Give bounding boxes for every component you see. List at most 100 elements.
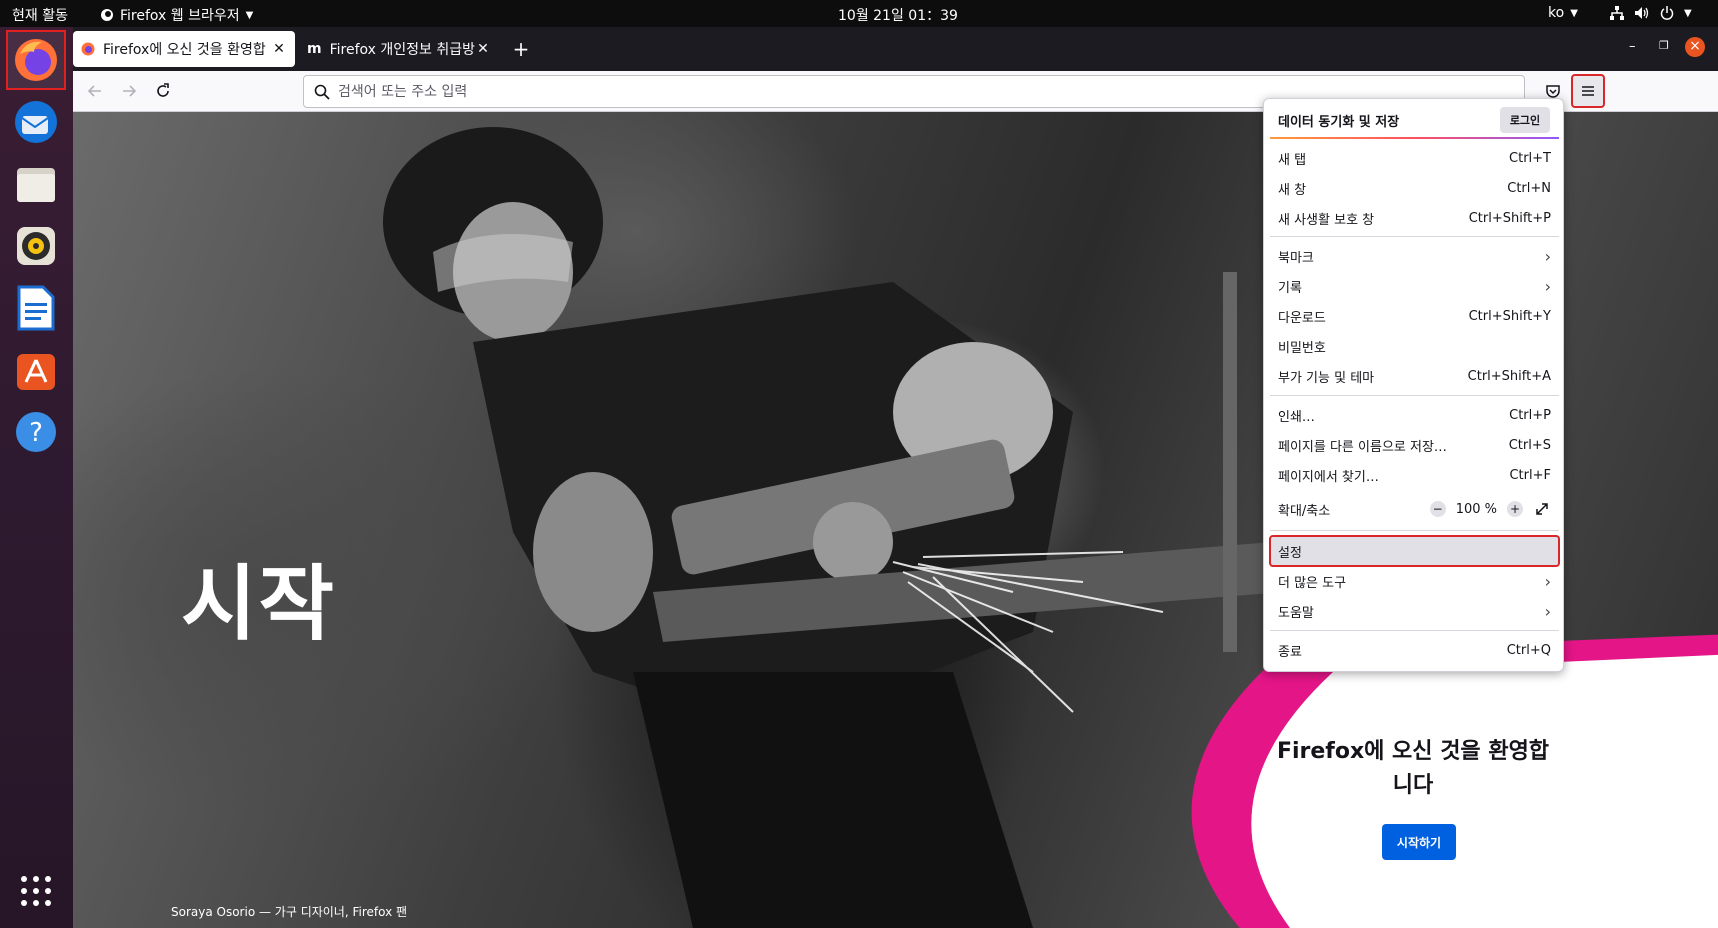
menu-item-shortcut: Ctrl+F: [1509, 467, 1551, 483]
help-icon: ?: [16, 412, 56, 452]
forward-arrow-icon: [123, 85, 137, 97]
mozilla-favicon-icon: m: [307, 41, 322, 57]
sign-in-button[interactable]: 로그인: [1500, 107, 1550, 133]
caret-down-icon: ▼: [1684, 7, 1692, 19]
chevron-right-icon: ›: [1544, 601, 1551, 621]
menu-print[interactable]: 인쇄… Ctrl+P: [1270, 400, 1559, 430]
photo-credit: Soraya Osorio — 가구 디자이너, Firefox 팬: [171, 905, 408, 919]
menu-separator: [1270, 530, 1559, 531]
rhythmbox-icon: [17, 227, 55, 265]
menu-more-tools[interactable]: 더 많은 도구 ›: [1270, 566, 1559, 596]
zoom-level[interactable]: 100 %: [1456, 502, 1497, 517]
menu-passwords[interactable]: 비밀번호: [1270, 331, 1559, 361]
menu-settings[interactable]: 설정: [1269, 535, 1560, 567]
firefox-icon: [15, 39, 57, 81]
menu-item-label: 새 사생활 보호 창: [1278, 212, 1375, 228]
menu-item-label: 새 창: [1278, 182, 1307, 198]
reload-icon: [157, 83, 169, 97]
caret-down-icon: ▼: [245, 9, 254, 21]
menu-downloads[interactable]: 다운로드 Ctrl+Shift+Y: [1270, 301, 1559, 331]
dock-writer[interactable]: [6, 278, 66, 338]
dock-help[interactable]: ?: [6, 402, 66, 462]
top-bar: 현재 활동 Firefox 웹 브라우저 ▼ 10월 21일 01：39 ko …: [0, 0, 1718, 27]
fullscreen-button[interactable]: [1533, 500, 1551, 518]
chevron-right-icon: ›: [1544, 571, 1551, 591]
zoom-in-button[interactable]: +: [1507, 501, 1523, 517]
app-menu[interactable]: Firefox 웹 브라우저 ▼: [100, 5, 253, 25]
input-source-menu[interactable]: ko ▼: [1548, 5, 1578, 21]
minimize-button[interactable]: –: [1629, 39, 1636, 54]
dock-files[interactable]: [6, 154, 66, 214]
system-menu[interactable]: ▼: [1610, 6, 1692, 20]
menu-item-shortcut: Ctrl+Shift+Y: [1468, 308, 1551, 324]
close-tab-icon[interactable]: ✕: [475, 41, 491, 57]
tab-label: Firefox에 오신 것을 환영합: [103, 42, 266, 58]
sync-separator: [1270, 137, 1559, 139]
new-tab-button[interactable]: +: [507, 35, 535, 63]
menu-bookmarks[interactable]: 북마크 ›: [1270, 241, 1559, 271]
back-arrow-icon: [87, 85, 101, 97]
menu-item-label: 북마크: [1278, 250, 1314, 266]
menu-item-label: 기록: [1278, 280, 1302, 296]
files-icon: [17, 168, 55, 202]
dock-software[interactable]: [6, 340, 66, 400]
menu-save-page-as[interactable]: 페이지를 다른 이름으로 저장… Ctrl+S: [1270, 430, 1559, 460]
tab-privacy[interactable]: m Firefox 개인정보 취급방침 ✕: [299, 31, 499, 67]
reload-button[interactable]: [147, 75, 179, 107]
dock: ?: [0, 27, 73, 928]
menu-new-window[interactable]: 새 창 Ctrl+N: [1270, 173, 1559, 203]
back-button[interactable]: [79, 75, 111, 107]
dock-firefox[interactable]: [6, 30, 66, 90]
welcome-heading: Firefox에 오신 것을 환영합니다: [1276, 739, 1550, 798]
dock-rhythmbox[interactable]: [6, 216, 66, 276]
clock[interactable]: 10월 21일 01：39: [838, 5, 958, 25]
menu-help[interactable]: 도움말 ›: [1270, 596, 1559, 626]
show-apps-icon: [21, 876, 51, 906]
menu-separator: [1270, 395, 1559, 396]
dock-show-apps[interactable]: [6, 861, 66, 921]
zoom-out-button[interactable]: −: [1429, 501, 1446, 517]
get-started-button[interactable]: 시작하기: [1382, 824, 1456, 860]
restore-button[interactable]: ❐: [1659, 39, 1669, 52]
menu-item-shortcut: Ctrl+S: [1508, 437, 1551, 453]
app-menu-button[interactable]: [1571, 74, 1605, 108]
firefox-small-icon: [101, 9, 113, 21]
menu-item-label: 인쇄…: [1278, 409, 1315, 425]
hero-heading: 시작: [181, 557, 336, 652]
menu-history[interactable]: 기록 ›: [1270, 271, 1559, 301]
menu-item-shortcut: Ctrl+N: [1507, 180, 1551, 196]
chevron-right-icon: ›: [1544, 246, 1551, 266]
fullscreen-icon: [1536, 503, 1548, 515]
close-window-button[interactable]: ×: [1685, 37, 1705, 57]
menu-item-label: 페이지를 다른 이름으로 저장…: [1278, 439, 1447, 455]
menu-find-in-page[interactable]: 페이지에서 찾기… Ctrl+F: [1270, 460, 1559, 490]
menu-item-label: 확대/축소: [1278, 503, 1331, 519]
activities-button[interactable]: 현재 활동: [12, 5, 68, 25]
firefox-window: Firefox에 오신 것을 환영합 ✕ m Firefox 개인정보 취급방침…: [73, 27, 1718, 928]
pocket-icon: [1546, 85, 1560, 98]
hamburger-menu-icon: [1582, 86, 1594, 96]
dock-thunderbird[interactable]: [6, 92, 66, 152]
menu-quit[interactable]: 종료 Ctrl+Q: [1270, 635, 1559, 665]
lang-label: ko: [1548, 5, 1565, 21]
menu-new-tab[interactable]: 새 탭 Ctrl+T: [1270, 143, 1559, 173]
menu-item-label: 다운로드: [1278, 310, 1326, 326]
writer-icon: [17, 285, 55, 331]
network-icon: [1610, 6, 1624, 20]
menu-item-label: 더 많은 도구: [1278, 575, 1347, 591]
close-tab-icon[interactable]: ✕: [271, 41, 287, 57]
forward-button[interactable]: [113, 75, 145, 107]
tab-label: Firefox 개인정보 취급방침: [329, 42, 475, 58]
power-icon: [1660, 6, 1674, 20]
tab-welcome[interactable]: Firefox에 오신 것을 환영합 ✕: [73, 31, 295, 67]
menu-item-label: 새 탭: [1278, 152, 1307, 168]
firefox-favicon-icon: [81, 42, 95, 56]
menu-separator: [1270, 236, 1559, 237]
menu-addons-themes[interactable]: 부가 기능 및 테마 Ctrl+Shift+A: [1270, 361, 1559, 391]
menu-new-private-window[interactable]: 새 사생활 보호 창 Ctrl+Shift+P: [1270, 203, 1559, 233]
menu-item-label: 부가 기능 및 테마: [1278, 370, 1375, 386]
software-icon: [17, 354, 55, 390]
menu-item-shortcut: Ctrl+P: [1509, 407, 1551, 423]
tab-strip: Firefox에 오신 것을 환영합 ✕ m Firefox 개인정보 취급방침…: [73, 27, 1718, 71]
caret-down-icon: ▼: [1570, 7, 1578, 19]
